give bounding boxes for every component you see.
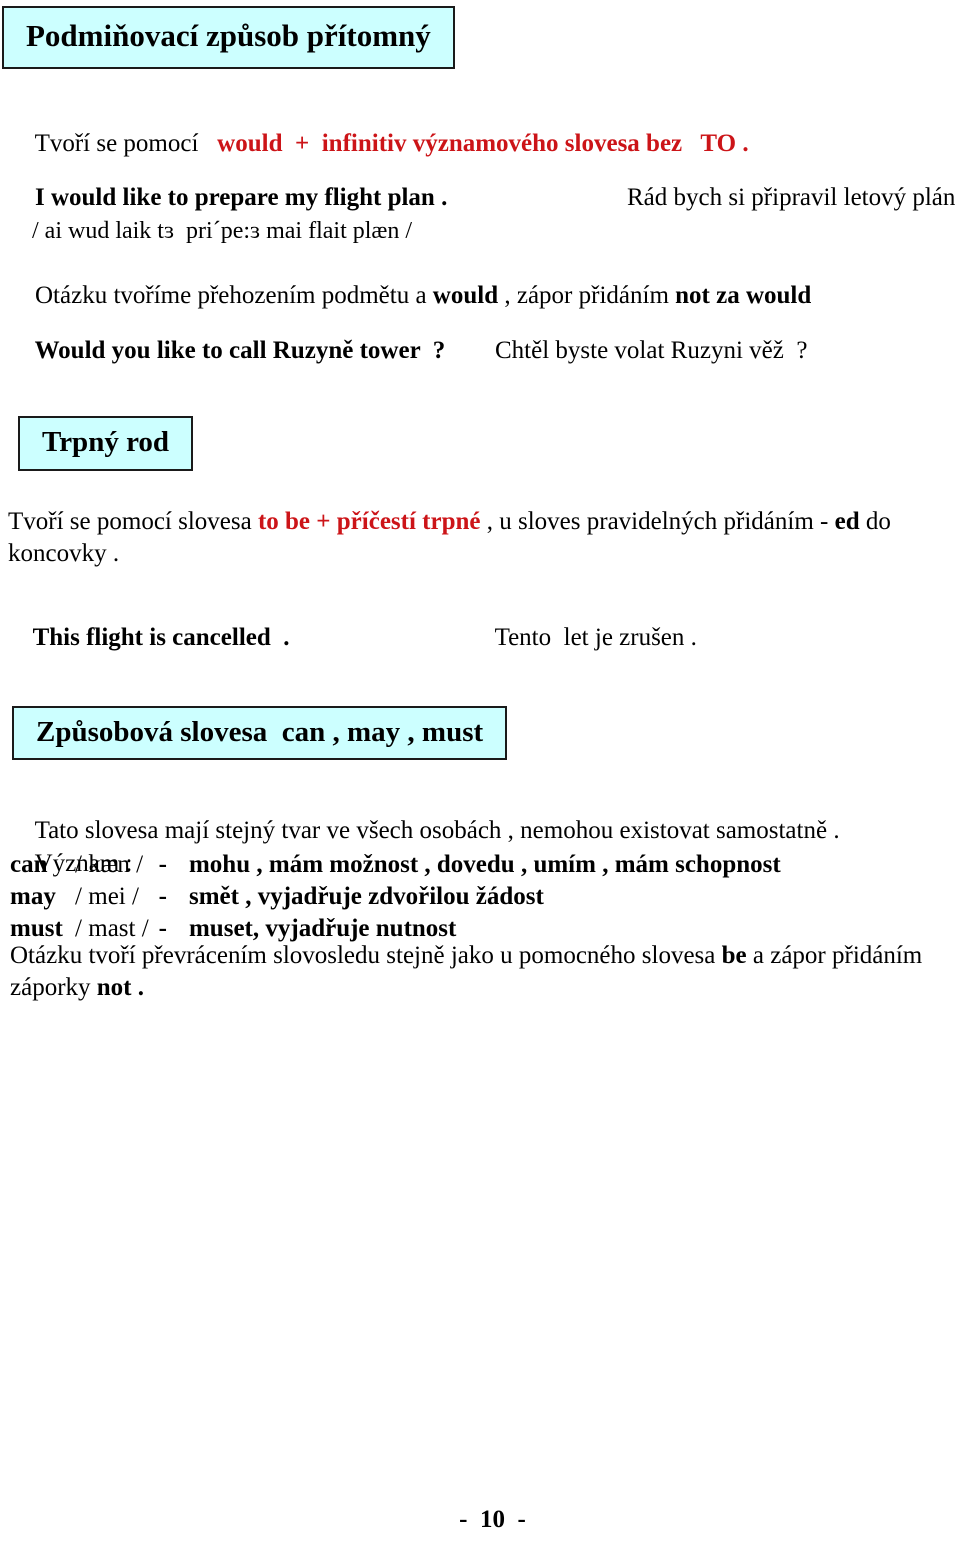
passive-rule-red2: příčestí trpné bbox=[336, 508, 481, 535]
passive-example-czech-text: Tento let je zrušen . bbox=[494, 623, 697, 651]
page-number-text: - 10 - bbox=[459, 1506, 526, 1533]
conditional-question-example-english-text: Would you like to call Ruzyně tower ? bbox=[34, 336, 446, 364]
passive-voice-rule: Tvoří se pomocí slovesa to be + příčestí… bbox=[8, 506, 952, 570]
passive-example-english: This flight is cancelled . bbox=[8, 592, 290, 684]
modal-question-rule-bold2: not bbox=[96, 974, 132, 1001]
heading-box-passive-voice: Trpný rod bbox=[18, 416, 194, 471]
passive-rule-bold1: ed bbox=[834, 508, 860, 535]
passive-rule-part1: Tvoří se pomocí slovesa bbox=[8, 508, 258, 535]
modal-verb-dash: - bbox=[158, 851, 167, 878]
conditional-question-example-english: Would you like to call Ruzyně tower ? bbox=[10, 305, 446, 397]
passive-example-english-text: This flight is cancelled . bbox=[32, 623, 290, 651]
table-row: may / mei / - smět , vyjadřuje zdvořilou… bbox=[10, 881, 781, 913]
modal-verb-dash: - bbox=[158, 882, 167, 910]
modal-verbs-question-rule: Otázku tvoří převrácením slovosledu stej… bbox=[10, 940, 954, 1004]
conditional-example-transcription-text: / ai wud laik tɜ pri´pe:ɜ mai flait plæn… bbox=[32, 218, 413, 245]
document-page: Podmiňovací způsob přítomný Tvoří se pom… bbox=[0, 0, 960, 1533]
conditional-question-example-czech: Chtěl byste volat Ruzyni věž ? bbox=[470, 305, 807, 397]
conditional-example-czech-text: Rád bych si připravil letový plán . bbox=[627, 183, 960, 211]
passive-rule-red1: to be bbox=[257, 508, 311, 535]
modal-verb-name: may bbox=[10, 882, 56, 910]
conditional-example-czech: Rád bych si připravil letový plán . bbox=[602, 152, 960, 244]
table-row: can / kæn / - mohu , mám možnost , doved… bbox=[10, 849, 781, 881]
modal-verb-transcription: / mei / bbox=[68, 882, 139, 910]
passive-rule-part2: + bbox=[310, 508, 337, 535]
modal-verbs-table: can / kæn / - mohu , mám možnost , doved… bbox=[10, 849, 781, 944]
conditional-question-example-czech-text: Chtěl byste volat Ruzyni věž ? bbox=[495, 336, 808, 364]
modal-verb-transcription: / kæn / bbox=[68, 851, 144, 878]
page-number: - 10 - bbox=[0, 1478, 960, 1562]
heading-passive-voice-text: Trpný rod bbox=[42, 426, 170, 459]
modal-verb-gloss: mohu , mám možnost , dovedu , umím , mám… bbox=[188, 851, 781, 878]
heading-box-modal-verbs: Způsobová slovesa can , may , must bbox=[12, 706, 508, 760]
modal-question-rule-bold1: be bbox=[721, 942, 747, 969]
modal-verbs-intro-text: Tato slovesa mají stejný tvar ve všech o… bbox=[34, 816, 840, 844]
modal-verb-gloss: smět , vyjadřuje zdvořilou žádost bbox=[188, 882, 544, 910]
modal-verb-name: can bbox=[10, 851, 48, 878]
passive-example-czech: Tento let je zrušen . bbox=[470, 592, 697, 684]
heading-modal-verbs-text: Způsobová slovesa can , may , must bbox=[36, 715, 484, 748]
heading-box-conditional: Podmiňovací způsob přítomný bbox=[2, 6, 455, 69]
modal-question-rule-part1: Otázku tvoří převrácením slovosledu stej… bbox=[10, 942, 722, 969]
passive-rule-part3: , u sloves pravidelných přidáním - bbox=[480, 508, 835, 535]
heading-conditional-text: Podmiňovací způsob přítomný bbox=[26, 18, 431, 54]
modal-question-rule-part3: . bbox=[131, 974, 145, 1001]
